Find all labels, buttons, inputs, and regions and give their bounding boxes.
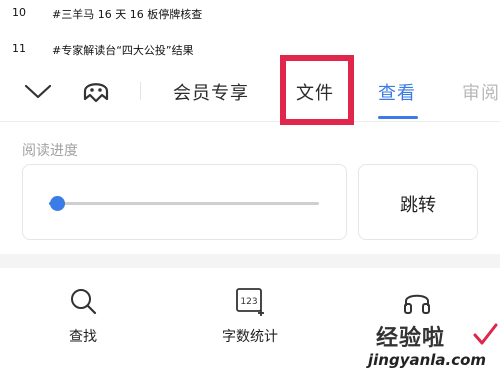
tab-view[interactable]: 查看	[378, 79, 416, 105]
find-button[interactable]: 查找	[38, 286, 128, 356]
tab-vip[interactable]: 会员专享	[173, 79, 249, 105]
list-item[interactable]: 11 #专家解读台“四大公投”结果	[0, 36, 500, 62]
progress-slider-handle[interactable]	[50, 196, 66, 211]
headphones-icon	[402, 286, 432, 316]
watermark-text: 经验啦	[376, 326, 446, 351]
toolbar-divider	[140, 82, 141, 100]
word-count-icon: 123	[235, 286, 265, 316]
list-item[interactable]: 10 #三羊马 16 天 16 板停牌核查	[0, 0, 500, 26]
section-divider	[0, 254, 500, 268]
word-count-button[interactable]: 123 字数统计	[205, 286, 295, 356]
chevron-down-icon[interactable]	[20, 73, 56, 109]
tab-review[interactable]: 审阅	[462, 79, 500, 105]
search-icon	[68, 286, 98, 316]
jump-button-label: 跳转	[400, 195, 436, 216]
checkmark-icon	[472, 322, 498, 348]
reading-progress-label: 阅读进度	[22, 143, 78, 159]
word-count-label: 字数统计	[222, 329, 278, 345]
menu-toolbar: 会员专享 文件 查看 审阅	[0, 60, 500, 122]
active-tab-indicator	[378, 116, 418, 119]
watermark: 经验啦 jingyanla.com	[368, 320, 500, 375]
list-item-number: 11	[12, 42, 26, 55]
svg-text:123: 123	[240, 297, 257, 307]
list-item-text: #专家解读台“四大公投”结果	[52, 44, 194, 57]
list-item-number: 10	[12, 6, 26, 19]
reading-progress-card	[22, 164, 347, 240]
watermark-url: jingyanla.com	[368, 351, 487, 369]
list-item-text: #三羊马 16 天 16 板停牌核查	[52, 8, 203, 21]
jump-button[interactable]: 跳转	[358, 164, 478, 240]
assistant-face-icon[interactable]	[78, 73, 114, 109]
find-label: 查找	[69, 329, 97, 345]
progress-track[interactable]	[49, 202, 319, 205]
highlight-annotation-box	[280, 55, 354, 125]
